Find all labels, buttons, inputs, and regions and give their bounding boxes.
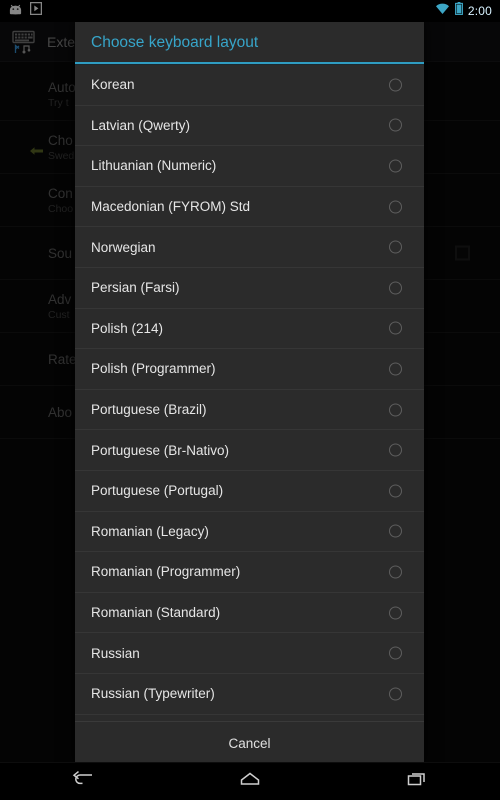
keyboard-layout-item-label: Latvian (Qwerty) bbox=[91, 117, 191, 133]
dialog-title-bar: Choose keyboard layout bbox=[75, 20, 424, 62]
keyboard-layout-item[interactable]: Portuguese (Brazil) bbox=[75, 390, 424, 431]
keyboard-layout-item[interactable]: Romanian (Standard) bbox=[75, 593, 424, 634]
keyboard-layout-item-label: Romanian (Legacy) bbox=[91, 523, 209, 539]
keyboard-layout-item-label: Macedonian (FYROM) Std bbox=[91, 199, 251, 215]
keyboard-layout-item[interactable]: Latvian (Qwerty) bbox=[75, 106, 424, 147]
keyboard-layout-item[interactable]: Portuguese (Portugal) bbox=[75, 471, 424, 512]
keyboard-layout-item[interactable]: Russian bbox=[75, 633, 424, 674]
keyboard-layout-radio[interactable] bbox=[389, 403, 402, 417]
keyboard-layout-item-label: Polish (Programmer) bbox=[91, 361, 216, 377]
keyboard-layout-item-label: Russian bbox=[91, 645, 140, 661]
keyboard-layout-radio[interactable] bbox=[389, 118, 402, 132]
keyboard-layout-item-label: Polish (214) bbox=[91, 320, 164, 336]
status-bar-clock: 2:00 bbox=[467, 4, 492, 18]
choose-keyboard-layout-dialog: Choose keyboard layout Korean Latvian (Qw… bbox=[75, 20, 424, 765]
cancel-button[interactable]: Cancel bbox=[228, 736, 270, 751]
keyboard-layout-radio[interactable] bbox=[389, 484, 402, 498]
navigation-bar bbox=[0, 762, 500, 800]
keyboard-layout-radio[interactable] bbox=[389, 646, 402, 660]
keyboard-layout-item[interactable]: Macedonian (FYROM) Std bbox=[75, 187, 424, 228]
recents-icon bbox=[406, 771, 428, 792]
keyboard-layout-item-label: Lithuanian (Numeric) bbox=[91, 158, 217, 174]
keyboard-layout-radio[interactable] bbox=[389, 362, 402, 376]
keyboard-layout-item[interactable]: Portuguese (Br-Nativo) bbox=[75, 430, 424, 471]
dialog-footer: Cancel bbox=[75, 721, 424, 765]
keyboard-layout-item-label: Portuguese (Portugal) bbox=[91, 483, 224, 499]
keyboard-layout-radio[interactable] bbox=[389, 78, 402, 92]
keyboard-layout-item[interactable]: Romanian (Legacy) bbox=[75, 512, 424, 553]
keyboard-layout-item[interactable]: Russian (Typewriter) bbox=[75, 674, 424, 715]
keyboard-layout-radio[interactable] bbox=[389, 321, 402, 335]
back-icon bbox=[72, 771, 94, 792]
keyboard-layout-item[interactable] bbox=[75, 715, 424, 722]
keyboard-layout-radio[interactable] bbox=[389, 159, 402, 173]
home-button[interactable] bbox=[220, 763, 280, 800]
android-robot-icon bbox=[8, 2, 23, 20]
keyboard-layout-radio[interactable] bbox=[389, 240, 402, 254]
status-bar-system-icons: 2:00 bbox=[435, 2, 492, 20]
keyboard-layout-radio[interactable] bbox=[389, 281, 402, 295]
keyboard-layout-item-label: Portuguese (Br-Nativo) bbox=[91, 442, 230, 458]
keyboard-layout-item-label: Russian (Typewriter) bbox=[91, 686, 215, 702]
keyboard-layout-item-label: Persian (Farsi) bbox=[91, 280, 180, 296]
keyboard-layout-item[interactable]: Romanian (Programmer) bbox=[75, 552, 424, 593]
status-bar: 2:00 bbox=[0, 0, 500, 22]
keyboard-layout-radio[interactable] bbox=[389, 687, 402, 701]
dialog-title: Choose keyboard layout bbox=[91, 34, 259, 51]
keyboard-layout-item[interactable]: Norwegian bbox=[75, 227, 424, 268]
keyboard-layout-item-label: Romanian (Programmer) bbox=[91, 564, 241, 580]
keyboard-layout-radio[interactable] bbox=[389, 524, 402, 538]
keyboard-layout-item[interactable]: Persian (Farsi) bbox=[75, 268, 424, 309]
keyboard-layout-list[interactable]: Korean Latvian (Qwerty) Lithuanian (Numeri… bbox=[75, 65, 424, 721]
keyboard-layout-radio[interactable] bbox=[389, 565, 402, 579]
back-button[interactable] bbox=[53, 763, 113, 800]
keyboard-layout-item-label: Norwegian bbox=[91, 239, 156, 255]
device-screen: 2:00 Choose keyboard layout Korean Latvi… bbox=[0, 0, 500, 800]
battery-icon bbox=[454, 2, 463, 20]
keyboard-layout-item[interactable]: Korean bbox=[75, 65, 424, 106]
wifi-icon bbox=[435, 2, 450, 20]
keyboard-layout-item-label: Portuguese (Brazil) bbox=[91, 402, 207, 418]
keyboard-layout-item[interactable]: Lithuanian (Numeric) bbox=[75, 146, 424, 187]
keyboard-layout-item-label: Romanian (Standard) bbox=[91, 605, 221, 621]
home-icon bbox=[239, 771, 261, 792]
keyboard-layout-item[interactable]: Polish (214) bbox=[75, 309, 424, 350]
keyboard-layout-item[interactable]: Polish (Programmer) bbox=[75, 349, 424, 390]
play-store-icon bbox=[29, 1, 43, 20]
keyboard-layout-item-label: Korean bbox=[91, 77, 135, 93]
recents-button[interactable] bbox=[387, 763, 447, 800]
keyboard-layout-radio[interactable] bbox=[389, 200, 402, 214]
status-bar-notification-icons bbox=[8, 1, 43, 20]
keyboard-layout-radio[interactable] bbox=[389, 443, 402, 457]
keyboard-layout-radio[interactable] bbox=[389, 606, 402, 620]
